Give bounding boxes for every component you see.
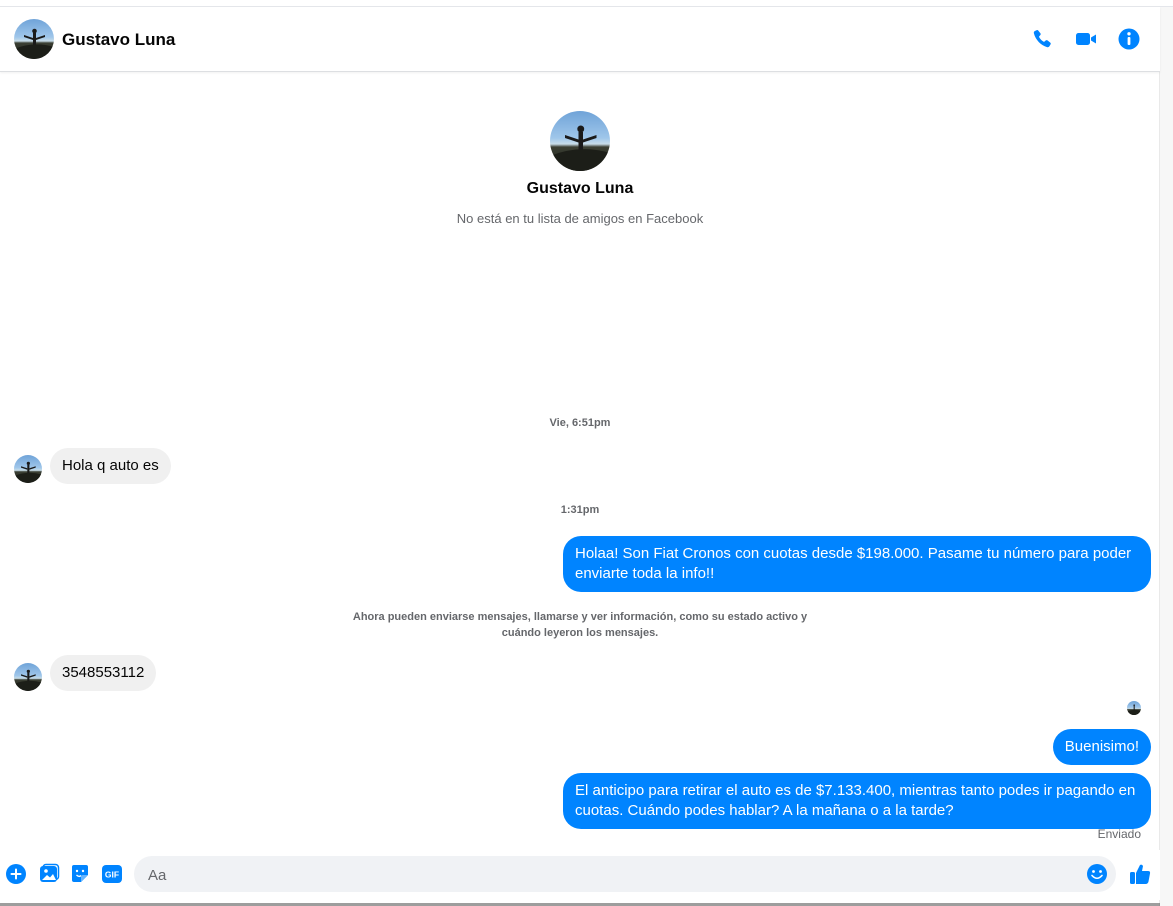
gif-label: GIF xyxy=(105,870,119,880)
phone-icon[interactable] xyxy=(1030,27,1054,51)
video-camera-icon[interactable] xyxy=(1074,27,1098,51)
intro-avatar[interactable] xyxy=(550,111,610,171)
contact-avatar[interactable] xyxy=(14,19,54,59)
outgoing-message[interactable]: Holaa! Son Fiat Cronos con cuotas desde … xyxy=(563,536,1151,592)
intro-subtitle: No está en tu lista de amigos en Faceboo… xyxy=(456,211,704,226)
message-status: Enviado xyxy=(1097,827,1141,841)
image-icon[interactable] xyxy=(38,863,60,885)
outgoing-message[interactable]: El anticipo para retirar el auto es de $… xyxy=(563,773,1151,829)
message-composer: GIF xyxy=(0,850,1160,900)
info-icon[interactable] xyxy=(1117,27,1141,51)
plus-icon[interactable] xyxy=(5,863,27,885)
emoji-icon[interactable] xyxy=(1086,863,1108,885)
intro-name: Gustavo Luna xyxy=(526,180,634,197)
outgoing-message[interactable]: Buenisimo! xyxy=(1052,729,1151,765)
sender-avatar[interactable] xyxy=(14,455,42,483)
incoming-message[interactable]: Hola q auto es xyxy=(50,448,171,484)
message-input-container[interactable] xyxy=(134,856,1116,894)
timestamp: Vie, 6:51pm xyxy=(549,417,611,429)
seen-indicator-avatar xyxy=(1127,701,1141,715)
thumbs-up-icon[interactable] xyxy=(1128,862,1152,886)
sticker-icon[interactable] xyxy=(69,863,91,885)
gif-icon[interactable]: GIF xyxy=(101,863,123,885)
contact-name[interactable]: Gustavo Luna xyxy=(62,30,175,50)
conversation-header: Gustavo Luna xyxy=(0,7,1160,72)
scrollbar-track[interactable] xyxy=(1159,7,1173,906)
system-notice: Ahora pueden enviarse mensajes, llamarse… xyxy=(352,611,808,639)
message-input[interactable] xyxy=(146,856,1070,894)
timestamp: 1:31pm xyxy=(560,504,600,516)
sender-avatar[interactable] xyxy=(14,663,42,691)
incoming-message[interactable]: 3548553112 xyxy=(50,655,157,691)
